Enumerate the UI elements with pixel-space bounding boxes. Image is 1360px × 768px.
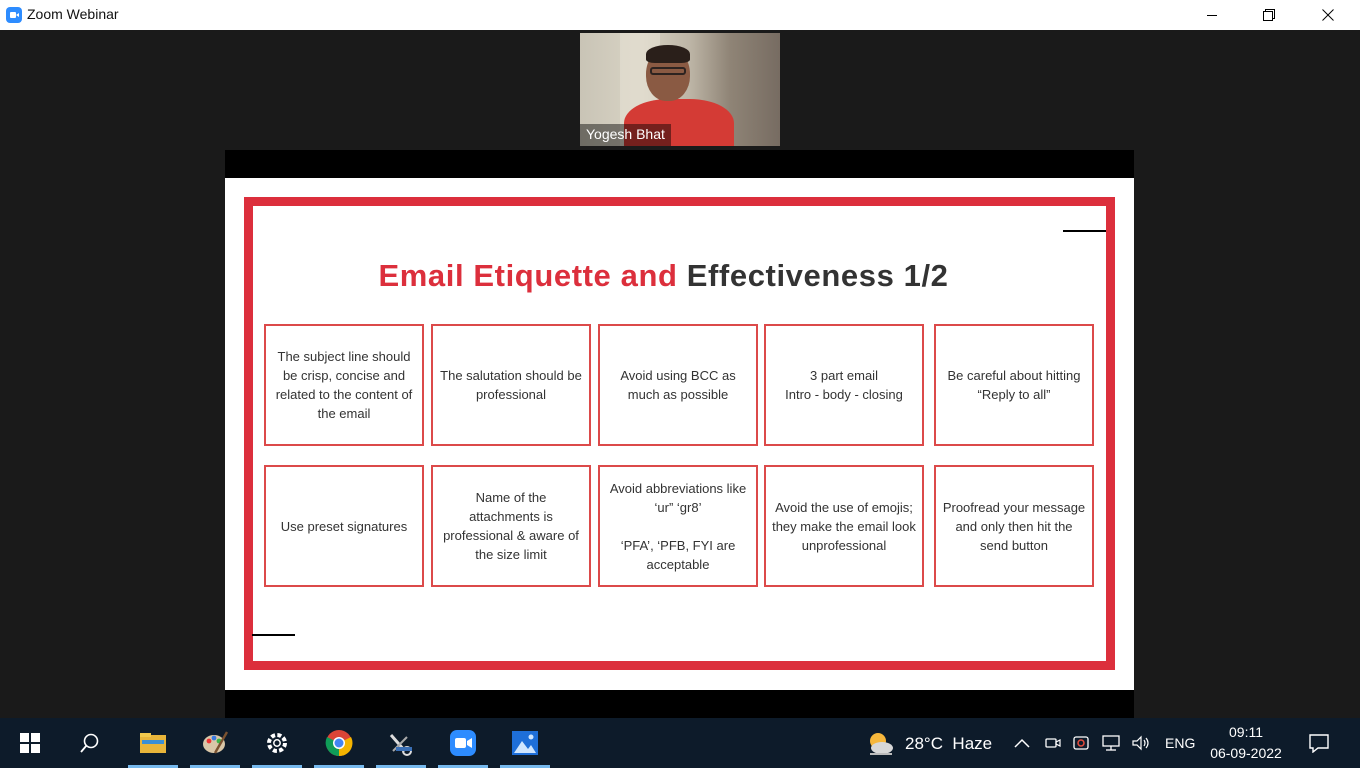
- presentation-slide: Email Etiquette and Effectiveness 1/2 Th…: [225, 178, 1134, 690]
- webinar-stage: Yogesh Bhat Email Etiquette and Effectiv…: [0, 30, 1360, 718]
- clock-date: 06-09-2022: [1210, 745, 1282, 761]
- input-language[interactable]: ENG: [1165, 735, 1195, 751]
- etiquette-card: 3 part email Intro - body - closing: [764, 324, 924, 446]
- sync-icon: [1073, 736, 1089, 750]
- window-titlebar: Zoom Webinar: [0, 0, 1360, 30]
- taskbar-file-explorer[interactable]: [126, 718, 180, 768]
- speaker-glasses: [650, 67, 686, 75]
- taskbar-zoom[interactable]: [436, 718, 490, 768]
- volume-icon: [1132, 735, 1149, 751]
- etiquette-card: Be careful about hitting “Reply to all”: [934, 324, 1094, 446]
- restore-icon: [1263, 9, 1275, 21]
- taskbar-paint[interactable]: [188, 718, 242, 768]
- etiquette-card: The subject line should be crisp, concis…: [264, 324, 424, 446]
- slide-decoration-line: [252, 634, 295, 636]
- etiquette-card: Avoid using BCC as much as possible: [598, 324, 758, 446]
- restore-button[interactable]: [1240, 0, 1298, 30]
- tray-network[interactable]: [1098, 718, 1124, 768]
- tray-volume[interactable]: [1128, 718, 1154, 768]
- camera-icon: [1045, 738, 1061, 748]
- etiquette-card: Proofread your message and only then hit…: [934, 465, 1094, 587]
- window-title: Zoom Webinar: [27, 6, 119, 22]
- etiquette-card: The salutation should be professional: [431, 324, 591, 446]
- slide-decoration-line: [1063, 230, 1106, 232]
- slide-title-red: Email Etiquette and: [378, 258, 678, 293]
- taskbar-snipping-tool[interactable]: [374, 718, 428, 768]
- etiquette-card: Name of the attachments is professional …: [431, 465, 591, 587]
- etiquette-card: Avoid abbreviations like ‘ur” ‘gr8’ ‘PFA…: [598, 465, 758, 587]
- zoom-icon: [450, 730, 476, 756]
- show-hidden-icons-button[interactable]: [1008, 718, 1036, 768]
- taskbar-chrome[interactable]: [312, 718, 366, 768]
- start-button[interactable]: [3, 718, 57, 768]
- weather-haze-icon: [870, 733, 893, 755]
- close-icon: [1322, 9, 1334, 21]
- participant-name: Yogesh Bhat: [580, 124, 671, 146]
- network-icon: [1102, 735, 1120, 751]
- etiquette-card: Avoid the use of emojis; they make the e…: [764, 465, 924, 587]
- notifications-button[interactable]: [1296, 718, 1342, 768]
- speaker-video[interactable]: Yogesh Bhat: [580, 33, 780, 146]
- paint-icon: [203, 731, 229, 754]
- screen-share: Email Etiquette and Effectiveness 1/2 Th…: [225, 150, 1134, 718]
- tray-meet-now[interactable]: [1040, 718, 1066, 768]
- chrome-icon: [325, 730, 353, 757]
- clock-time: 09:11: [1229, 724, 1263, 740]
- slide-title-dark: Effectiveness 1/2: [686, 258, 949, 293]
- file-explorer-icon: [140, 733, 166, 753]
- settings-icon: [267, 733, 287, 753]
- speaker-hair: [646, 45, 690, 63]
- snipping-tool-icon: [389, 734, 412, 756]
- notification-icon: [1309, 734, 1329, 753]
- search-button[interactable]: [63, 718, 117, 768]
- weather-text[interactable]: 28°C Haze: [905, 734, 992, 754]
- chevron-up-icon: [1014, 738, 1030, 748]
- photos-icon: [512, 731, 538, 755]
- minimize-button[interactable]: [1183, 0, 1241, 30]
- taskbar-settings[interactable]: [250, 718, 304, 768]
- tray-sync[interactable]: [1068, 718, 1094, 768]
- taskbar-clock[interactable]: 09:11 06-09-2022: [1196, 722, 1296, 764]
- minimize-icon: [1207, 15, 1217, 16]
- weather-widget[interactable]: [853, 718, 909, 768]
- slide-title: Email Etiquette and Effectiveness 1/2: [225, 258, 1102, 294]
- etiquette-card: Use preset signatures: [264, 465, 424, 587]
- search-icon: [80, 733, 99, 753]
- taskbar-photos[interactable]: [498, 718, 552, 768]
- windows-start-icon: [20, 733, 40, 753]
- zoom-app-icon: [6, 7, 22, 23]
- taskbar: 28°C Haze ENG 09:11 06-09-2022: [0, 718, 1360, 768]
- close-button[interactable]: [1299, 0, 1357, 30]
